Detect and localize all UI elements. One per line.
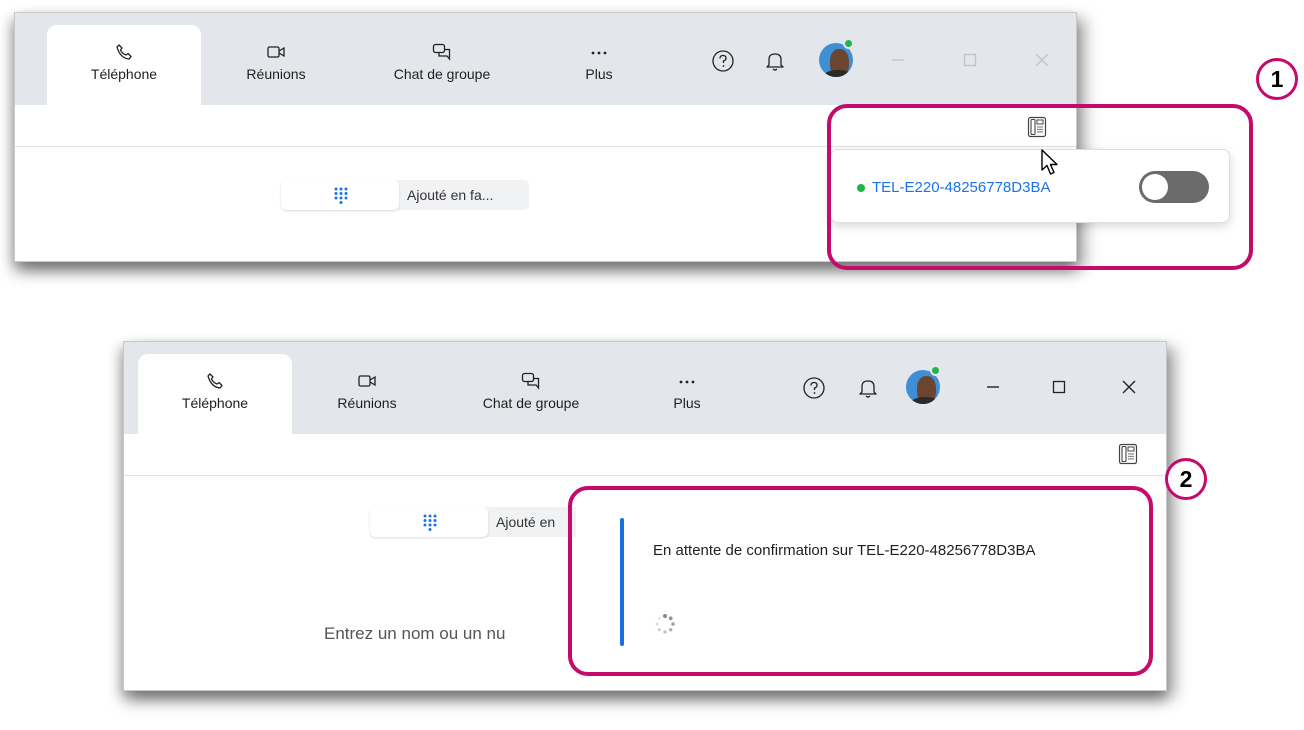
tab-label: Plus (585, 66, 613, 82)
dial-pad-button[interactable]: Ajouté en fa... (281, 180, 529, 210)
help-icon[interactable] (802, 376, 826, 400)
callout-number-2: 2 (1165, 458, 1207, 500)
dial-pill-text: Ajouté en (496, 514, 556, 530)
tab-label: Réunions (337, 395, 397, 411)
tab-plus[interactable]: Plus (637, 354, 737, 434)
tab-telephone[interactable]: Téléphone (47, 25, 201, 105)
video-icon (358, 375, 376, 387)
presence-indicator (930, 365, 941, 376)
keypad-icon (334, 187, 348, 204)
toolbar (15, 105, 1076, 147)
tab-plus[interactable]: Plus (549, 25, 649, 105)
maximize-icon[interactable] (1048, 376, 1070, 398)
device-status-dot (857, 184, 865, 192)
tab-label: Réunions (246, 66, 306, 82)
desk-phone-icon[interactable] (1118, 443, 1138, 465)
dial-pad-button[interactable]: Ajouté en (370, 507, 590, 537)
bell-icon[interactable] (856, 376, 880, 400)
loading-spinner-icon (655, 614, 675, 634)
phone-icon (207, 373, 223, 389)
confirmation-message: En attente de confirmation sur TEL-E220-… (653, 542, 1036, 559)
entry-prompt[interactable]: Entrez un nom ou un nu (324, 624, 505, 644)
dial-pill-text: Ajouté en fa... (407, 187, 494, 203)
tab-reunions[interactable]: Réunions (209, 25, 343, 105)
more-icon (591, 51, 607, 55)
bell-icon[interactable] (763, 49, 787, 73)
tab-label: Chat de groupe (482, 395, 580, 411)
device-toggle[interactable] (1139, 171, 1209, 203)
device-name[interactable]: TEL-E220-48256778D3BA (872, 179, 1050, 196)
phone-icon (116, 44, 132, 60)
video-icon (267, 46, 285, 58)
tab-reunions[interactable]: Réunions (300, 354, 434, 434)
callout-number-1: 1 (1256, 58, 1298, 100)
tab-label: Téléphone (90, 66, 158, 82)
presence-indicator (843, 38, 854, 49)
app-window-top: Téléphone Réunions Chat de groupe Plus A… (14, 12, 1077, 262)
tab-chat-de-groupe[interactable]: Chat de groupe (442, 354, 620, 434)
accent-bar (620, 518, 624, 646)
tab-label: Téléphone (181, 395, 249, 411)
mouse-cursor-icon (1041, 149, 1058, 175)
toolbar (124, 434, 1166, 476)
tab-chat-de-groupe[interactable]: Chat de groupe (353, 25, 531, 105)
desk-phone-icon[interactable] (1027, 116, 1047, 138)
chat-icon (432, 43, 451, 61)
tab-label: Plus (673, 395, 701, 411)
minimize-icon[interactable] (982, 376, 1004, 398)
tab-bar: Téléphone Réunions Chat de groupe Plus (15, 13, 1076, 105)
tab-label: Chat de groupe (393, 66, 491, 82)
minimize-icon[interactable] (887, 49, 909, 71)
confirmation-panel: En attente de confirmation sur TEL-E220-… (576, 490, 1144, 668)
keypad-icon (423, 514, 437, 531)
more-icon (679, 380, 695, 384)
chat-icon (521, 372, 540, 390)
close-icon[interactable] (1118, 376, 1140, 398)
help-icon[interactable] (711, 49, 735, 73)
tab-telephone[interactable]: Téléphone (138, 354, 292, 434)
tab-bar: Téléphone Réunions Chat de groupe Plus (124, 342, 1166, 434)
close-icon[interactable] (1031, 49, 1053, 71)
maximize-icon[interactable] (959, 49, 981, 71)
device-popup: TEL-E220-48256778D3BA (830, 149, 1230, 223)
